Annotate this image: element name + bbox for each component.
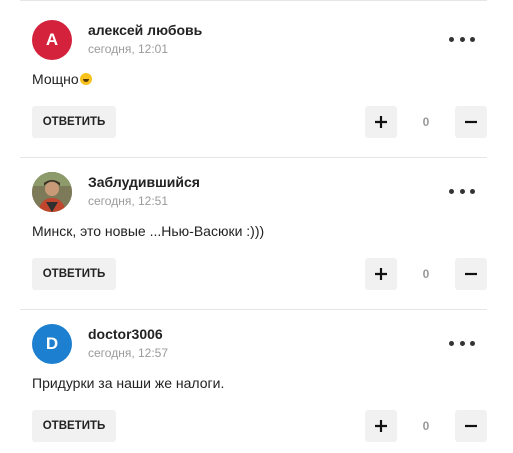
plus-icon [375, 268, 387, 280]
vote-score: 0 [422, 419, 430, 433]
avatar[interactable] [32, 172, 72, 212]
comment-text: Придурки за наши же налоги. [32, 375, 225, 391]
downvote-button[interactable] [455, 106, 487, 138]
grinning-face-icon [79, 73, 92, 85]
plus-icon [375, 420, 387, 432]
minus-icon [465, 424, 477, 428]
upvote-button[interactable] [365, 410, 397, 442]
minus-icon [465, 120, 477, 124]
more-options-icon[interactable] [449, 336, 475, 350]
user-photo-icon [32, 172, 72, 212]
minus-icon [465, 272, 477, 276]
more-options-icon[interactable] [449, 32, 475, 46]
avatar[interactable]: А [32, 20, 72, 60]
vote-score: 0 [422, 267, 430, 281]
reply-button[interactable]: ОТВЕТИТЬ [32, 106, 116, 138]
reply-button[interactable]: ОТВЕТИТЬ [32, 410, 116, 442]
upvote-button[interactable] [365, 106, 397, 138]
avatar-letter: D [45, 334, 59, 353]
comment-author[interactable]: алексей любовь [88, 22, 202, 38]
upvote-button[interactable] [365, 258, 397, 290]
comment-time: сегодня, 12:57 [88, 346, 169, 360]
top-divider [20, 0, 487, 1]
comment-item: Заблудившийся сегодня, 12:51 Минск, это … [20, 158, 487, 310]
avatar[interactable]: D [32, 324, 72, 364]
reply-button[interactable]: ОТВЕТИТЬ [32, 258, 116, 290]
downvote-button[interactable] [455, 258, 487, 290]
comment-text: Минск, это новые ...Нью-Васюки :))) [32, 223, 265, 239]
comment-item: D doctor3006 сегодня, 12:57 Придурки за … [20, 310, 487, 453]
plus-icon [375, 116, 387, 128]
downvote-button[interactable] [455, 410, 487, 442]
vote-score: 0 [422, 115, 430, 129]
comment-item: А алексей любовь сегодня, 12:01 Мощно ОТ… [20, 6, 487, 158]
comment-text-content: Мощно [32, 71, 79, 87]
comment-time: сегодня, 12:51 [88, 194, 169, 208]
comment-author[interactable]: doctor3006 [88, 326, 163, 342]
comment-author[interactable]: Заблудившийся [88, 174, 200, 190]
avatar-letter: А [45, 30, 59, 49]
comment-text: Мощно [32, 71, 92, 87]
more-options-icon[interactable] [449, 184, 475, 198]
comment-time: сегодня, 12:01 [88, 42, 169, 56]
